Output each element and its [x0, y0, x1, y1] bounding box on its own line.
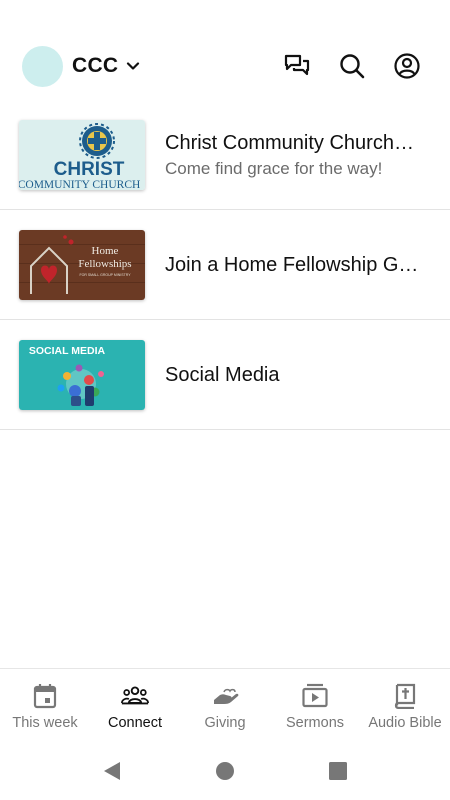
tab-this-week[interactable]: This week [0, 669, 90, 743]
svg-text:CHRIST: CHRIST [54, 159, 125, 180]
chevron-down-icon [126, 59, 140, 73]
tab-label: Connect [107, 715, 162, 731]
list-item-title: Join a Home Fellowship G… [165, 254, 419, 276]
recent-apps-icon[interactable] [327, 760, 349, 782]
tab-label: This week [12, 715, 78, 731]
svg-text:FOR SMALL GROUP MINISTRY: FOR SMALL GROUP MINISTRY [79, 273, 131, 277]
calendar-icon [0, 683, 90, 709]
svg-text:Fellowships: Fellowships [78, 258, 131, 270]
tab-sermons[interactable]: Sermons [270, 669, 360, 743]
list-item[interactable]: CHRIST COMMUNITY CHURCH Christ Community… [0, 100, 450, 210]
list-item-subtitle: Come find grace for the way! [165, 158, 383, 178]
list-item-title: Social Media [165, 364, 280, 386]
tab-label: Sermons [285, 715, 345, 731]
list-item[interactable]: SOCIAL MEDIA Social Media [0, 320, 450, 430]
church-logo-thumbnail: CHRIST COMMUNITY CHURCH [19, 120, 145, 190]
tab-label: Giving [204, 715, 246, 731]
home-icon[interactable] [214, 760, 236, 782]
bible-icon [360, 683, 450, 709]
tab-connect[interactable]: Connect [90, 669, 180, 743]
back-icon[interactable] [101, 760, 123, 782]
social-media-thumbnail: SOCIAL MEDIA [19, 340, 145, 410]
bottom-tab-bar: This week Connect Giving Sermons Audio B… [0, 668, 450, 742]
giving-hand-icon [180, 683, 270, 709]
search-icon[interactable] [338, 52, 366, 80]
tab-giving[interactable]: Giving [180, 669, 270, 743]
svg-text:Home: Home [92, 245, 119, 257]
people-icon [90, 683, 180, 709]
list-item[interactable]: Home Fellowships FOR SMALL GROUP MINISTR… [0, 210, 450, 320]
tab-audio-bible[interactable]: Audio Bible [360, 669, 450, 743]
account-icon[interactable] [393, 52, 421, 80]
org-avatar [22, 45, 63, 87]
play-video-icon [270, 683, 360, 709]
svg-text:COMMUNITY CHURCH: COMMUNITY CHURCH [19, 179, 140, 190]
svg-text:SOCIAL MEDIA: SOCIAL MEDIA [29, 345, 106, 357]
list-item-title: Christ Community Church… [165, 131, 414, 154]
app-header: CCC [0, 40, 450, 92]
tab-label: Audio Bible [368, 715, 442, 731]
org-name: CCC [72, 54, 119, 77]
home-fellowship-thumbnail: Home Fellowships FOR SMALL GROUP MINISTR… [19, 230, 145, 300]
chat-bubbles-icon[interactable] [283, 52, 311, 80]
org-switcher[interactable]: CCC [22, 45, 140, 87]
system-navigation-bar [0, 742, 450, 800]
connect-list: CHRIST COMMUNITY CHURCH Christ Community… [0, 100, 450, 430]
